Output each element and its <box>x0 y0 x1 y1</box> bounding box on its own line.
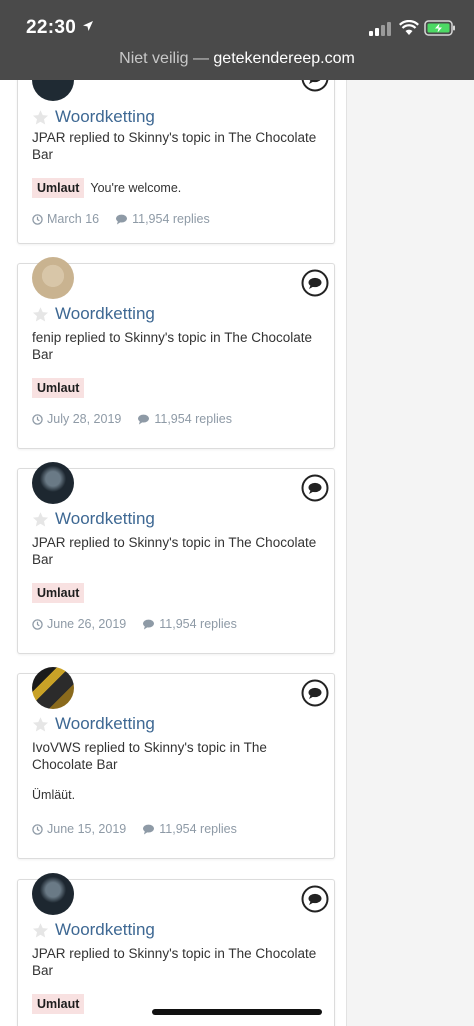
activity-text[interactable]: fenip replied to Skinny's topic in The C… <box>32 329 322 363</box>
url-domain: getekendereep.com <box>213 50 355 67</box>
status-bar: 22:30 Niet veilig — getekendereep.com <box>0 0 474 80</box>
comment-icon <box>143 824 155 835</box>
star-icon[interactable] <box>32 306 49 323</box>
reply-bubble-icon[interactable] <box>301 679 329 707</box>
star-icon[interactable] <box>32 109 49 126</box>
activity-text[interactable]: IvoVWS replied to Skinny's topic in The … <box>32 739 322 773</box>
topic-title-link[interactable]: Woordketting <box>55 107 155 127</box>
star-icon[interactable] <box>32 716 49 733</box>
clock-time: 22:30 <box>26 17 77 38</box>
reply-count: 11,954 replies <box>159 617 237 631</box>
comment-icon <box>116 214 128 225</box>
battery-charging-icon <box>424 20 455 36</box>
tag-badge[interactable]: Umlaut <box>32 178 85 198</box>
clock-icon <box>32 413 43 425</box>
comment-icon <box>138 414 150 425</box>
clock-icon <box>32 618 43 630</box>
activity-card: Woordketting fenip replied to Skinny's t… <box>17 257 335 449</box>
snippet-text: Ümläüt. <box>32 788 76 802</box>
home-indicator[interactable] <box>152 1009 322 1015</box>
activity-text[interactable]: JPAR replied to Skinny's topic in The Ch… <box>32 534 322 568</box>
star-icon[interactable] <box>32 511 49 528</box>
topic-title-link[interactable]: Woordketting <box>55 714 155 734</box>
post-snippet: Umlaut <box>32 583 90 603</box>
reply-count: 11,954 replies <box>154 412 232 426</box>
comment-icon <box>143 619 155 630</box>
wifi-icon <box>399 20 419 35</box>
tag-badge[interactable]: Umlaut <box>32 994 85 1014</box>
topic-title-link[interactable]: Woordketting <box>55 920 155 940</box>
activity-text[interactable]: JPAR replied to Skinny's topic in The Ch… <box>32 945 322 979</box>
activity-card: Woordketting JPAR replied to Skinny's to… <box>17 873 335 1026</box>
post-meta: July 28, 2019 11,954 replies <box>32 412 232 426</box>
star-icon[interactable] <box>32 922 49 939</box>
topic-title-link[interactable]: Woordketting <box>55 304 155 324</box>
tag-badge[interactable]: Umlaut <box>32 583 85 603</box>
clock-icon <box>32 823 43 835</box>
clock-icon <box>32 213 43 225</box>
activity-card: Woordketting JPAR replied to Skinny's to… <box>17 462 335 654</box>
location-arrow-icon <box>83 21 93 31</box>
reply-count: 11,954 replies <box>159 822 237 836</box>
activity-feed: Woordketting JPAR replied to Skinny's to… <box>0 0 347 1026</box>
post-meta: March 16 11,954 replies <box>32 212 210 226</box>
avatar[interactable] <box>32 667 74 709</box>
post-snippet: Umlaut <box>32 378 90 398</box>
security-warning: Niet veilig — <box>119 50 214 67</box>
url-bar[interactable]: Niet veilig — getekendereep.com <box>0 50 474 68</box>
avatar[interactable] <box>32 257 74 299</box>
reply-bubble-icon[interactable] <box>301 474 329 502</box>
post-meta: June 26, 2019 11,954 replies <box>32 617 237 631</box>
topic-title-link[interactable]: Woordketting <box>55 509 155 529</box>
activity-card: Woordketting IvoVWS replied to Skinny's … <box>17 667 335 859</box>
post-snippet: Ümläüt. <box>32 788 75 802</box>
tag-badge[interactable]: Umlaut <box>32 378 85 398</box>
activity-text[interactable]: JPAR replied to Skinny's topic in The Ch… <box>32 129 322 163</box>
reply-bubble-icon[interactable] <box>301 269 329 297</box>
post-snippet: Umlaut You're welcome. <box>32 178 181 198</box>
avatar[interactable] <box>32 873 74 915</box>
avatar[interactable] <box>32 462 74 504</box>
post-snippet: Umlaut <box>32 994 90 1014</box>
reply-bubble-icon[interactable] <box>301 885 329 913</box>
reply-count: 11,954 replies <box>132 212 210 226</box>
post-meta: June 15, 2019 11,954 replies <box>32 822 237 836</box>
cellular-signal-icon <box>369 22 391 36</box>
post-date[interactable]: July 28, 2019 <box>47 412 121 426</box>
post-date[interactable]: March 16 <box>47 212 99 226</box>
post-date[interactable]: June 26, 2019 <box>47 617 126 631</box>
post-date[interactable]: June 15, 2019 <box>47 822 126 836</box>
snippet-text: You're welcome. <box>90 181 182 195</box>
